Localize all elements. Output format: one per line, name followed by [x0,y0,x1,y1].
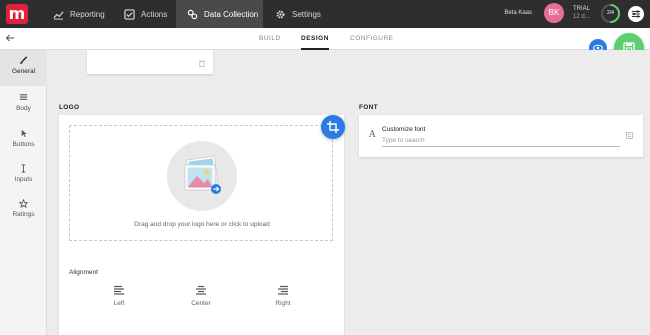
sidebar-item-ratings[interactable]: Ratings [0,193,47,227]
font-search-input[interactable] [382,135,620,147]
nav-reporting-label: Reporting [70,9,105,19]
align-left-icon [114,285,124,295]
tab-configure[interactable]: CONFIGURE [350,28,394,50]
top-nav-bar: m Reporting Actions Data Collection Sett… [0,0,650,28]
trial-label: TRIAL [573,6,591,12]
font-icon: A [369,130,376,140]
font-card: A Customize font [359,115,643,157]
sidebar-item-label: Inputs [14,176,33,183]
image-upload-illustration [167,141,237,211]
align-center-option[interactable]: Center [181,285,221,307]
tab-build[interactable]: BUILD [259,28,281,50]
checkbox-icon [124,8,135,20]
cursor-icon [21,129,27,138]
logo-section-title: LOGO [59,104,80,111]
sidebar-item-label: Buttons [12,141,35,148]
crop-button[interactable] [321,115,345,139]
font-section-title: FONT [359,104,378,111]
align-left-option[interactable]: Left [99,285,139,307]
user-name[interactable]: Beta Kaas [504,10,532,16]
text-cursor-icon [21,164,26,173]
trial-status[interactable]: TRIAL 12 d... [573,5,590,21]
trial-remaining: 12 d... [573,14,590,20]
alignment-label: Alignment [69,269,98,276]
nav-data-collection-label: Data Collection [204,9,259,19]
align-right-option[interactable]: Right [263,285,303,307]
nav-data-collection[interactable]: Data Collection [176,0,263,28]
nav-settings[interactable]: Settings [275,0,321,28]
sidebar-item-buttons[interactable]: Buttons [0,123,47,157]
align-center-label: Center [191,300,211,307]
logo-dropzone[interactable]: Drag and drop your logo here or click to… [69,125,333,241]
sidebar-item-label: General [11,68,36,75]
nav-actions[interactable]: Actions [124,0,167,28]
editor-tab-bar: BUILD DESIGN CONFIGURE [0,28,650,50]
design-sidebar: General Body Buttons Inputs Ratings [0,50,47,335]
sidebar-item-body[interactable]: Body [0,87,47,121]
progress-text: 2/4 [607,10,614,16]
filter-settings-button[interactable] [628,6,644,22]
trash-icon[interactable] [199,60,205,67]
align-right-label: Right [275,300,291,307]
nav-reporting[interactable]: Reporting [53,0,105,28]
star-icon [19,199,28,208]
previous-element-card[interactable] [87,50,213,74]
nav-settings-label: Settings [292,9,321,19]
sidebar-item-label: Body [16,105,31,112]
logo-card: Drag and drop your logo here or click to… [59,115,344,335]
sidebar-item-general[interactable]: General [0,50,47,86]
customize-font-label: Customize font [382,126,426,133]
brush-icon [20,56,28,65]
gear-icon [276,10,285,18]
align-icon [19,94,28,100]
sidebar-item-inputs[interactable]: Inputs [0,158,47,192]
app-logo[interactable]: m [6,4,28,24]
crop-icon [327,121,339,133]
list-icon[interactable] [626,132,633,139]
upload-instructions: Drag and drop your logo here or click to… [134,221,270,228]
progress-ring[interactable]: 2/4 [600,3,621,24]
align-left-label: Left [113,300,125,307]
chart-icon [53,10,64,20]
align-center-icon [196,285,206,295]
back-arrow-icon[interactable] [5,33,15,43]
link-icon [187,9,198,19]
sidebar-item-label: Ratings [12,211,35,218]
image-upload-icon [184,155,221,194]
align-right-icon [278,285,288,295]
avatar[interactable]: BK [544,3,564,23]
sliders-icon [632,10,640,18]
nav-actions-label: Actions [141,9,168,19]
tab-design[interactable]: DESIGN [301,28,329,50]
